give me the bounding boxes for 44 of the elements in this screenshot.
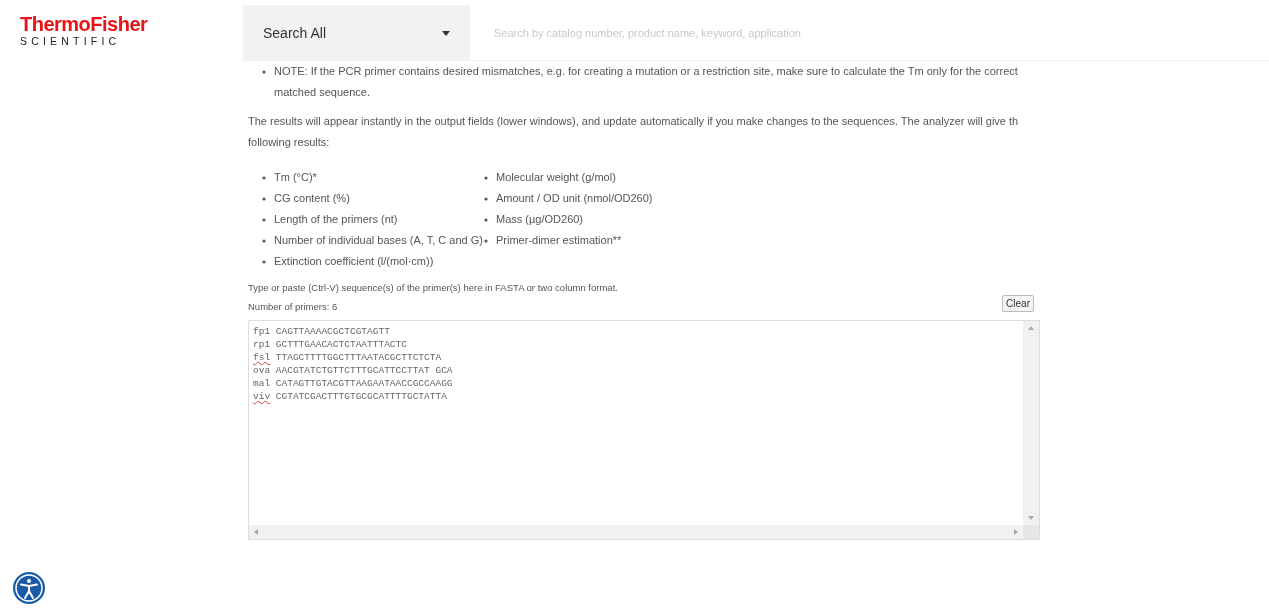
list-item: Extinction coefficient (l/(mol·cm))	[274, 254, 434, 269]
logo-subtitle: SCIENTIFIC	[20, 35, 121, 47]
input-instructions: Type or paste (Ctrl-V) sequence(s) of the primer(s) here in FASTA or two column format.	[248, 281, 619, 295]
caret-icon	[442, 30, 450, 36]
bullet-icon	[262, 260, 266, 264]
list-item: Length of the primers (nt)	[274, 212, 398, 227]
list-item: Amount / OD unit (nmol/OD260)	[496, 191, 653, 206]
intro-text: following results:	[248, 136, 330, 148]
note-text: NOTE: If the PCR primer contains desired mismatches, e.g. for creating a mutation or a restriction site, make sure to calculate the Tm only for the correct	[274, 64, 1018, 79]
sequence-line: fp1 CAGTTAAAACGCTCGTAGTT	[253, 325, 391, 338]
scroll-left-icon[interactable]	[253, 529, 259, 535]
bullet-icon	[262, 197, 266, 201]
intro-text: The results will appear instantly in the output fields (lower windows), and update automatically if you make changes to the sequences. The analyzer will give th	[248, 115, 1019, 127]
scroll-down-icon[interactable]	[1028, 515, 1034, 521]
scroll-up-icon[interactable]	[1028, 325, 1034, 331]
list-item: CG content (%)	[274, 191, 350, 206]
sequence-line: ova AACGTATCTGTTCTTTGCATTCCTTAT GCA	[253, 364, 454, 377]
list-item: Tm (°C)*	[274, 170, 317, 185]
bullet-icon	[262, 218, 266, 222]
sequence-line: fsl TTAGCTTTTGGCTTTAATACGCTTCTCTA	[253, 351, 443, 364]
note-text: matched sequence.	[274, 86, 370, 98]
bullet-icon	[262, 239, 266, 243]
bullet-icon	[484, 176, 488, 180]
logo[interactable]: ThermoFisher SCIENTIFIC	[0, 5, 243, 61]
bullet-icon	[484, 197, 488, 201]
logo-wordmark: ThermoFisher	[20, 13, 148, 35]
scrollbar-corner	[1023, 525, 1039, 539]
list-item: Mass (µg/OD260)	[496, 212, 584, 227]
bullet-icon	[262, 176, 266, 180]
sequence-line: rp1 GCTTTGAACACTCTAATTTACTC	[253, 338, 408, 351]
bullet-icon	[484, 239, 488, 243]
list-item: Molecular weight (g/mol)	[496, 170, 616, 185]
accessibility-icon[interactable]	[12, 571, 46, 605]
bullet-icon	[484, 218, 488, 222]
list-item: Primer-dimer estimation**	[496, 233, 622, 248]
search-scope-dropdown[interactable]: Search All	[243, 5, 470, 61]
primer-count: Number of primers: 6	[248, 300, 338, 314]
sequence-line: viv CGTATCGACTTTGTGCGCATTTTGCTATTA	[253, 390, 448, 403]
sequence-line: mal CATAGTTGTACGTTAAGAATAACCGCCAAGG	[253, 377, 454, 390]
clear-button[interactable]: Clear	[1002, 295, 1034, 312]
list-item: Number of individual bases (A, T, C and G)	[274, 233, 483, 248]
sequence-input-field[interactable]: fp1 CAGTTAAAACGCTCGTAGTT rp1 GCTTTGAACACTCTAATTTACTC fsl TTAGCTTTTGGCTTTAATACGCTTCTCTA ova AACGTATCTGTTCTTTGCATTCCTTAT GCA mal CATAGTTGTACGTTAAGAATAACCGCCAAGG viv CGTATCGACTTTGTGCGCATTTTGCTATTA	[248, 320, 1040, 540]
bullet-icon	[262, 70, 266, 74]
scroll-right-icon[interactable]	[1013, 529, 1019, 535]
